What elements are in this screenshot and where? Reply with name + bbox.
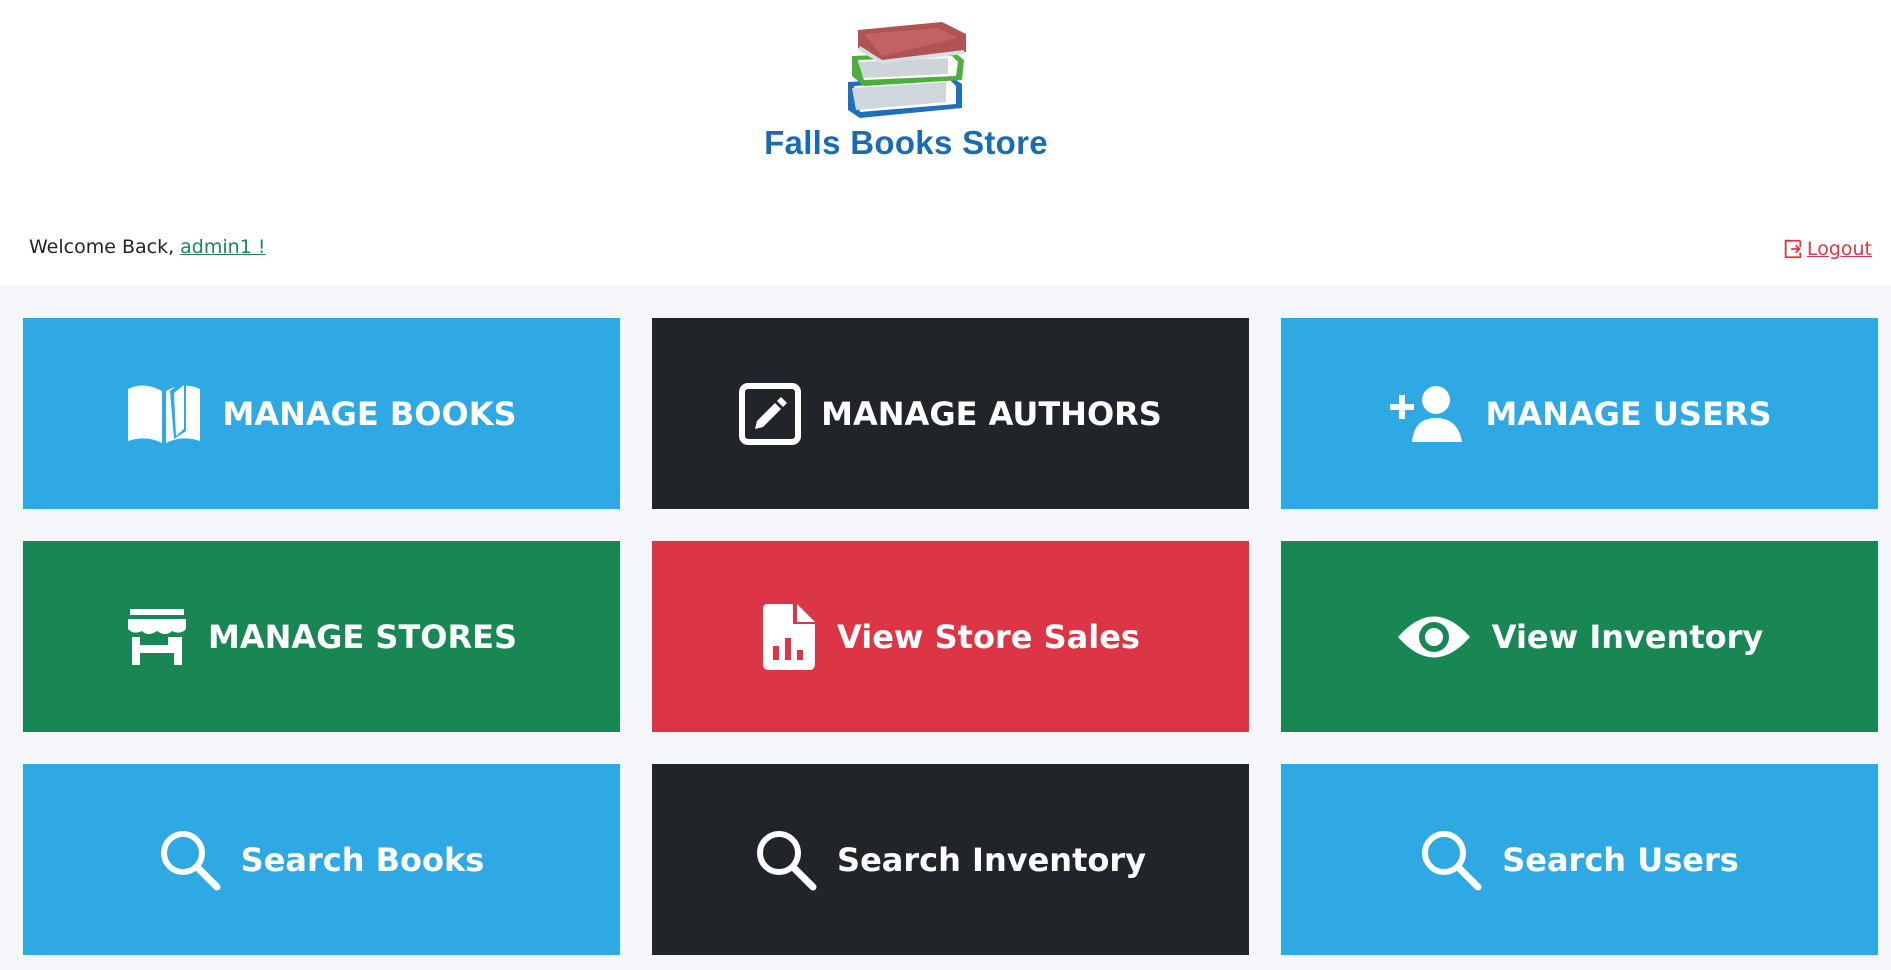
search-icon bbox=[1422, 830, 1482, 890]
report-file-icon bbox=[763, 603, 816, 670]
manage-stores-button[interactable]: MANAGE STORES bbox=[23, 541, 620, 732]
view-store-sales-button[interactable]: View Store Sales bbox=[652, 541, 1249, 732]
site-header: Falls Books Store Welcome Back, admin1 !… bbox=[0, 0, 1891, 286]
manage-authors-button[interactable]: MANAGE AUTHORS bbox=[652, 318, 1249, 509]
search-users-button[interactable]: Search Users bbox=[1281, 764, 1878, 955]
open-book-icon bbox=[128, 380, 201, 443]
logout-link[interactable]: Logout bbox=[1782, 238, 1872, 260]
store-name: Falls Books Store bbox=[764, 124, 1048, 161]
logout-icon bbox=[1784, 239, 1802, 259]
tile-label: View Inventory bbox=[1491, 617, 1764, 656]
username-link[interactable]: admin1 ! bbox=[180, 236, 265, 258]
dashboard-tiles: MANAGE BOOKS MANAGE AUTHORS MANAGE USERS bbox=[23, 318, 1878, 955]
books-stack-icon bbox=[848, 22, 966, 118]
eye-icon bbox=[1397, 616, 1470, 657]
edit-square-icon bbox=[739, 382, 802, 445]
welcome-prefix: Welcome Back, bbox=[29, 236, 181, 258]
tile-label: View Store Sales bbox=[837, 617, 1140, 656]
search-inventory-button[interactable]: Search Inventory bbox=[652, 764, 1249, 955]
tile-label: Search Inventory bbox=[837, 840, 1146, 879]
tile-label: MANAGE STORES bbox=[207, 617, 518, 656]
tile-label: Search Users bbox=[1502, 840, 1739, 879]
dashboard: MANAGE BOOKS MANAGE AUTHORS MANAGE USERS bbox=[0, 286, 1891, 970]
manage-users-button[interactable]: MANAGE USERS bbox=[1281, 318, 1878, 509]
welcome-message: Welcome Back, admin1 ! bbox=[29, 236, 265, 258]
user-plus-icon bbox=[1389, 385, 1462, 442]
view-inventory-button[interactable]: View Inventory bbox=[1281, 541, 1878, 732]
tile-label: MANAGE USERS bbox=[1485, 394, 1772, 433]
tile-label: Search Books bbox=[240, 840, 485, 879]
store-icon bbox=[127, 608, 186, 665]
search-icon bbox=[757, 830, 817, 890]
logout-label: Logout bbox=[1806, 238, 1872, 260]
search-books-button[interactable]: Search Books bbox=[23, 764, 620, 955]
manage-books-button[interactable]: MANAGE BOOKS bbox=[23, 318, 620, 509]
tile-label: MANAGE AUTHORS bbox=[821, 394, 1162, 433]
search-icon bbox=[160, 830, 221, 890]
tile-label: MANAGE BOOKS bbox=[222, 394, 517, 433]
